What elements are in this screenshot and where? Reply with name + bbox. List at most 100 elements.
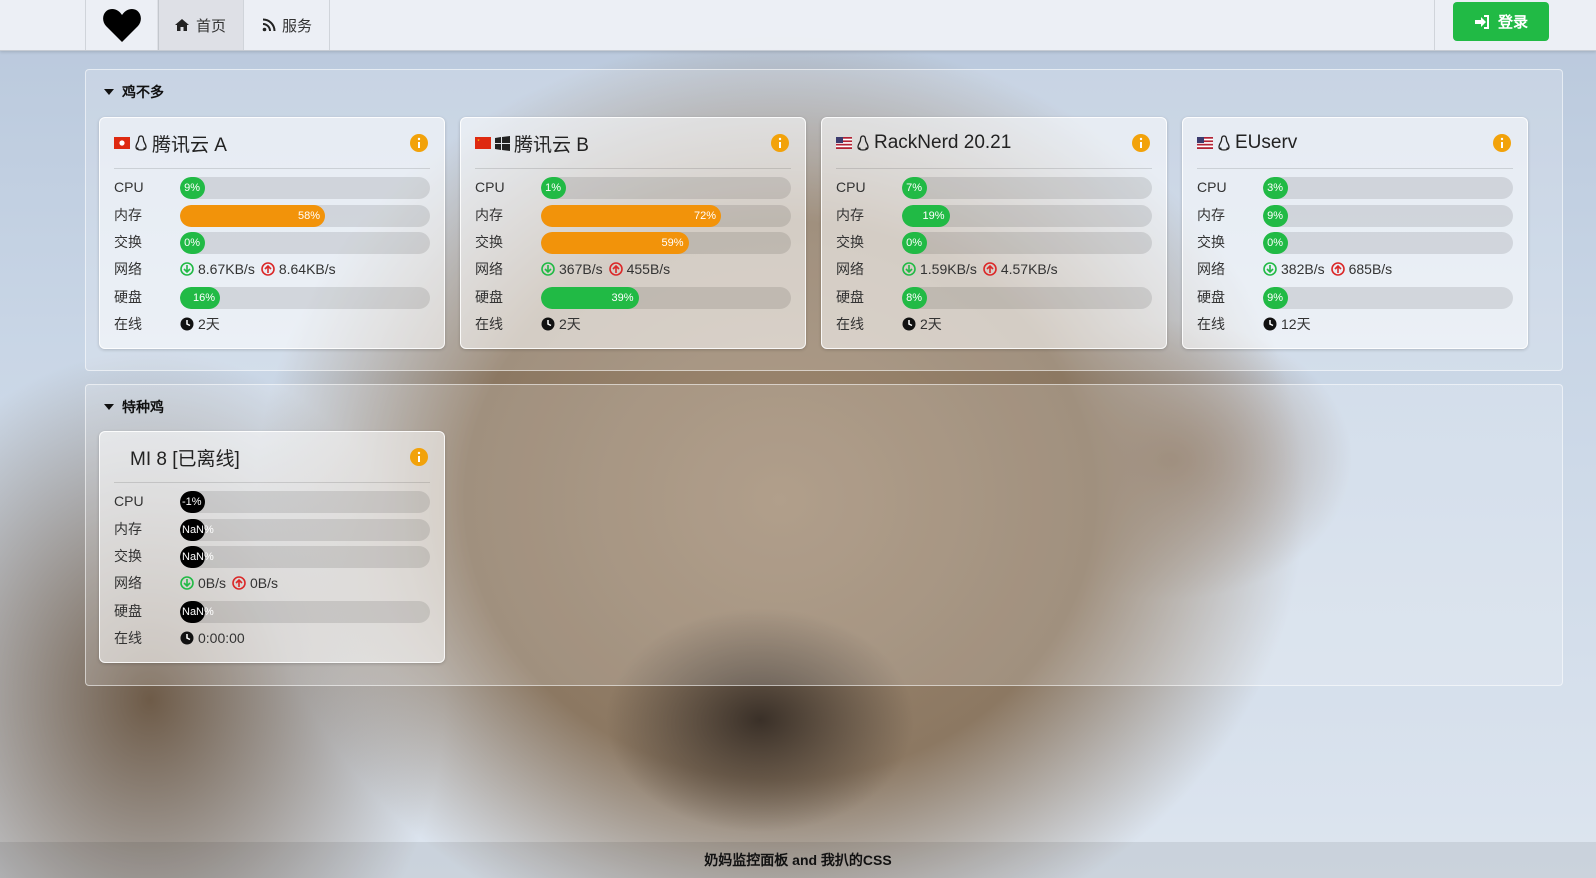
net-label: 网络 [1197,261,1225,277]
swap-bar: NaN% [180,546,430,568]
mem-row: 内存 58% [114,203,430,227]
uptime-value: 12天 [1281,316,1311,332]
mem-label: 内存 [1197,207,1225,223]
swap-bar: 0% [1263,232,1513,254]
mem-label: 内存 [836,207,864,223]
swap-bar: 59% [541,232,791,254]
flag-cn-icon [475,137,491,149]
swap-bar-fill: 0% [902,232,927,254]
swap-row: 交换 59% [475,230,791,254]
flag-us-icon [836,137,852,149]
net-up: 0B/s [250,575,279,591]
server-card[interactable]: EUserv CPU 3% 内存 9% 交换 0% 网络 382B/s 685B… [1182,117,1528,349]
arrow-up-circle-icon [608,262,623,276]
arrow-down-circle-icon [541,262,555,276]
disk-row: 硬盘 9% [1197,285,1513,309]
group-title: 特种鸡 [122,399,164,415]
uptime-row: 在线 2天 [114,312,430,336]
linux-icon [857,135,869,151]
net-label: 网络 [836,261,864,277]
login-button[interactable]: 登录 [1453,2,1549,41]
arrow-down-circle-icon [1263,262,1277,276]
nav-separator [1434,0,1435,50]
swap-value: 0% [1267,237,1283,249]
card-divider [1197,168,1513,169]
info-icon[interactable] [1493,134,1511,152]
nav-services[interactable]: 服务 [245,0,331,50]
disk-label: 硬盘 [1197,289,1225,305]
server-card[interactable]: 腾讯云 A CPU 9% 内存 58% 交换 0% 网络 8.67KB/s 8.… [99,117,445,349]
server-card[interactable]: RackNerd 20.21 CPU 7% 内存 19% 交换 0% 网络 1.… [821,117,1167,349]
nav-home[interactable]: 首页 [157,0,245,50]
swap-value: 0% [906,237,922,249]
card-header: 腾讯云 B [475,130,791,156]
net-values: 8.67KB/s 8.64KB/s [180,261,336,277]
cpu-value: 3% [1267,182,1283,194]
mem-row: 内存 9% [1197,203,1513,227]
server-card[interactable]: MI 8 [已离线] CPU -1% 内存 NaN% 交换 NaN% 网络 0B… [99,431,445,663]
net-up: 455B/s [626,261,671,277]
uptime-value: 2天 [198,316,220,332]
swap-row: 交换 0% [836,230,1152,254]
card-header: RackNerd 20.21 [836,130,1152,156]
info-icon[interactable] [771,134,789,152]
uptime-label: 在线 [836,316,864,332]
mem-bar: 58% [180,205,430,227]
net-values: 1.59KB/s 4.57KB/s [902,261,1058,277]
disk-value: 39% [611,292,634,304]
clock-icon [1263,317,1277,331]
mem-value: 72% [693,210,716,222]
group-header[interactable]: 特种鸡 [104,397,164,417]
caret-down-icon [104,89,114,95]
arrow-up-circle-icon [1330,262,1345,276]
net-label: 网络 [114,575,142,591]
uptime-values: 2天 [541,314,581,334]
cpu-bar: -1% [180,491,430,513]
cpu-row: CPU 9% [114,175,430,199]
net-label: 网络 [475,261,503,277]
mem-row: 内存 72% [475,203,791,227]
swap-label: 交换 [1197,234,1225,250]
card-divider [114,482,430,483]
disk-row: 硬盘 16% [114,285,430,309]
net-up: 685B/s [1348,261,1393,277]
cpu-label: CPU [836,179,866,195]
group-header[interactable]: 鸡不多 [104,82,164,102]
disk-value: 8% [906,292,922,304]
info-icon[interactable] [410,448,428,466]
uptime-row: 在线 2天 [836,312,1152,336]
net-row: 网络 8.67KB/s 8.64KB/s [114,257,430,281]
net-values: 367B/s 455B/s [541,261,670,277]
uptime-label: 在线 [114,630,142,646]
cpu-row: CPU 1% [475,175,791,199]
footer-text: 奶妈监控面板 and 我扒的CSS [704,852,892,868]
disk-bar-fill: NaN% [180,601,214,623]
disk-row: 硬盘 8% [836,285,1152,309]
swap-bar-fill: 59% [541,232,689,254]
clock-icon [180,317,194,331]
mem-value: 19% [922,210,945,222]
mem-value: 9% [1267,210,1283,222]
cpu-value: 1% [545,182,561,194]
mem-label: 内存 [114,207,142,223]
info-icon[interactable] [410,134,428,152]
mem-label: 内存 [475,207,503,223]
net-row: 网络 1.59KB/s 4.57KB/s [836,257,1152,281]
net-values: 382B/s 685B/s [1263,261,1392,277]
logo[interactable] [85,0,159,50]
net-down: 367B/s [559,261,603,277]
card-divider [475,168,791,169]
disk-row: 硬盘 NaN% [114,599,430,623]
linux-icon [1218,135,1230,151]
cpu-bar-fill: 1% [541,177,566,199]
swap-label: 交换 [475,234,503,250]
server-card[interactable]: 腾讯云 B CPU 1% 内存 72% 交换 59% 网络 367B/s 455… [460,117,806,349]
home-icon [175,19,189,31]
info-icon[interactable] [1132,134,1150,152]
login-label: 登录 [1497,14,1528,31]
uptime-row: 在线 12天 [1197,312,1513,336]
cpu-bar-fill: 7% [902,177,927,199]
swap-bar-fill: NaN% [180,546,214,568]
windows-icon [495,135,510,151]
server-name: MI 8 [已离线] [130,448,240,470]
